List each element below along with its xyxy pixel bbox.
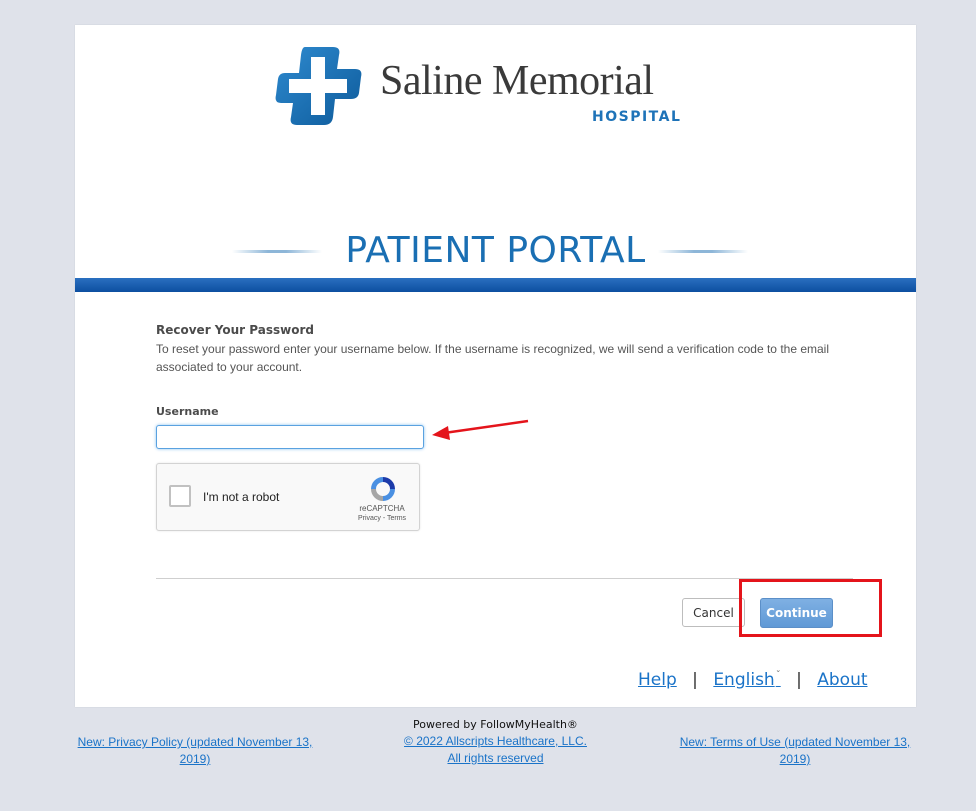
chevron-down-icon: ˇ <box>775 670 781 681</box>
section-description: To reset your password enter your userna… <box>156 342 830 374</box>
username-label: Username <box>156 405 219 418</box>
terms-of-use-link[interactable]: New: Terms of Use (updated November 13, … <box>680 735 911 766</box>
form-divider <box>156 578 853 579</box>
recaptcha-privacy-terms[interactable]: Privacy - Terms <box>347 515 417 522</box>
header-band <box>75 278 916 292</box>
hospital-subtitle: HOSPITAL <box>592 109 682 125</box>
copyright-link[interactable]: © 2022 Allscripts Healthcare, LLC. <box>404 734 587 748</box>
recaptcha-widget: I'm not a robot reCAPTCHA Privacy - Term… <box>156 463 420 531</box>
cancel-button[interactable]: Cancel <box>682 598 745 627</box>
language-selector[interactable]: Englishˇ <box>713 670 780 690</box>
language-label: English <box>713 670 775 690</box>
footer-nav: Help | Englishˇ | About <box>638 670 868 690</box>
recaptcha-brand: reCAPTCHA <box>359 504 405 513</box>
recover-section: Recover Your Password To reset your pass… <box>156 323 856 376</box>
username-input[interactable] <box>156 425 424 449</box>
about-link[interactable]: About <box>817 670 867 690</box>
rights-link[interactable]: All rights reserved <box>447 751 543 765</box>
continue-button[interactable]: Continue <box>760 598 833 628</box>
portal-card: Saline Memorial HOSPITAL PATIENT PORTAL … <box>75 25 916 707</box>
privacy-policy-block: New: Privacy Policy (updated November 13… <box>70 734 320 768</box>
medical-cross-logo-icon <box>275 47 362 125</box>
privacy-policy-link[interactable]: New: Privacy Policy (updated November 13… <box>78 735 313 766</box>
hospital-name: Saline Memorial <box>380 58 654 104</box>
recaptcha-checkbox[interactable] <box>169 485 191 507</box>
separator: | <box>796 670 802 690</box>
powered-by-block: Powered by FollowMyHealth® © 2022 Allscr… <box>388 716 603 767</box>
page-title: PATIENT PORTAL <box>345 230 646 271</box>
terms-of-use-block: New: Terms of Use (updated November 13, … <box>672 734 918 768</box>
separator: | <box>692 670 698 690</box>
title-decoration-right <box>658 250 748 253</box>
red-arrow-annotation-icon <box>432 419 529 440</box>
powered-by-text: Powered by FollowMyHealth® <box>413 718 578 731</box>
help-link[interactable]: Help <box>638 670 677 690</box>
section-heading: Recover Your Password <box>156 323 314 337</box>
recaptcha-icon <box>371 477 395 501</box>
recaptcha-label: I'm not a robot <box>203 490 280 504</box>
hospital-logo: Saline Memorial HOSPITAL <box>275 47 695 127</box>
